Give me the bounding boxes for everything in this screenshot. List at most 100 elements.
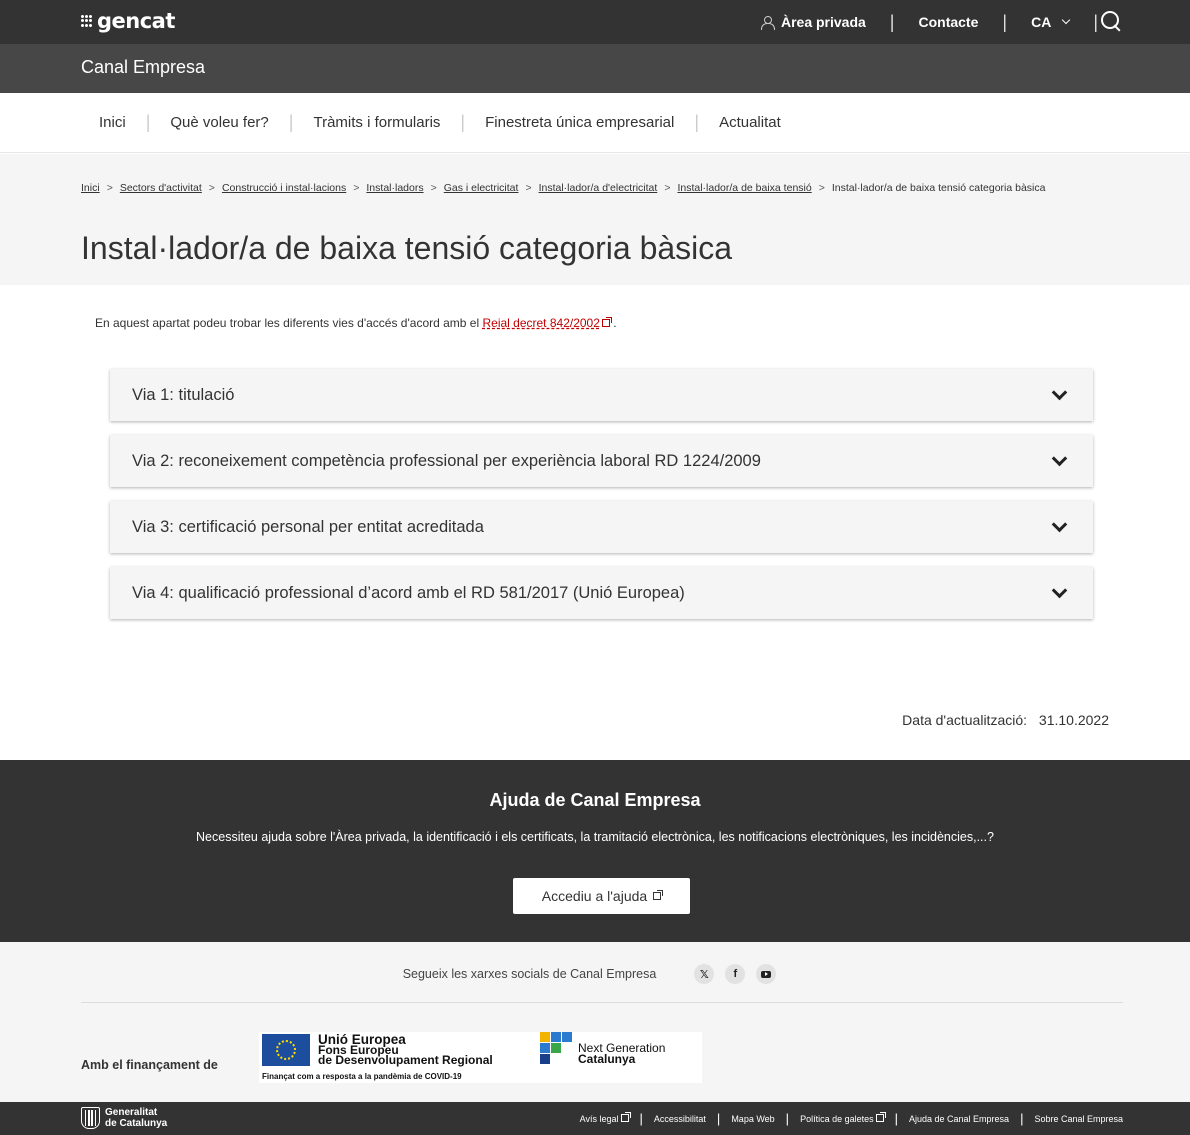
nav-item-actualitat[interactable]: Actualitat	[719, 114, 781, 131]
youtube-icon[interactable]	[756, 964, 777, 984]
external-link-icon	[620, 1111, 631, 1122]
footer-links: Avís legal | Accessibilitat | Mapa Web |…	[580, 1102, 1123, 1135]
breadcrumb-item[interactable]: Instal·ladors	[366, 182, 423, 194]
gencat-logo[interactable]: gencat	[81, 8, 175, 34]
eu-line-3: de Desenvolupament Regional	[318, 1053, 493, 1067]
page-header: Inici > Sectors d'activitat > Construcció i …	[0, 154, 1190, 285]
funding-label: Amb el finançament de	[81, 1058, 218, 1072]
intro-paragraph: En aquest apartat podeu trobar les difer…	[95, 316, 617, 330]
nav-item-tramits[interactable]: Tràmits i formularis	[313, 114, 440, 131]
gencat-logo-text: gencat	[97, 9, 175, 33]
chevron-down-icon	[1051, 384, 1068, 401]
intro-end: .	[613, 316, 617, 330]
area-privada-link[interactable]: Àrea privada	[760, 14, 866, 30]
eu-note: Finançat com a resposta a la pandèmia de…	[262, 1072, 462, 1081]
generalitat-emblem-icon	[81, 1107, 100, 1129]
accordion-via-3[interactable]: Via 3: certificació personal per entitat…	[110, 501, 1093, 553]
nav-separator: |	[694, 112, 700, 132]
contacte-link[interactable]: Contacte	[918, 14, 978, 30]
breadcrumb-separator-icon: >	[208, 182, 215, 194]
accordion-label: Via 4: qualificació professional d’acord…	[132, 583, 685, 602]
chevron-down-icon	[1062, 15, 1071, 25]
intro-text: En aquest apartat podeu trobar les difer…	[95, 316, 483, 330]
footer-link-avis-legal[interactable]: Avís legal	[579, 1111, 631, 1124]
language-label: CA	[1031, 14, 1052, 30]
breadcrumb-item[interactable]: Instal·lador/a d'electricitat	[539, 182, 658, 194]
update-date: Data d'actualització: 31.10.2022	[902, 712, 1109, 728]
facebook-icon[interactable]: f	[725, 964, 746, 984]
main-nav: Inici | Què voleu fer? | Tràmits i formu…	[0, 93, 1190, 153]
nav-item-inici[interactable]: Inici	[99, 114, 126, 131]
gen-line-1: Generalitat	[105, 1107, 158, 1118]
nav-item-finestreta[interactable]: Finestreta única empresarial	[485, 114, 674, 131]
chevron-down-icon	[1051, 450, 1068, 467]
breadcrumb-separator-icon: >	[525, 182, 532, 194]
user-icon	[760, 15, 775, 30]
breadcrumb-item[interactable]: Construcció i instal·lacions	[222, 182, 346, 194]
accordion-label: Via 1: titulació	[132, 385, 235, 404]
site-title[interactable]: Canal Empresa	[81, 57, 205, 78]
x-icon[interactable]: 𝕏	[694, 964, 715, 984]
footer-link-sobre[interactable]: Sobre Canal Empresa	[1034, 1114, 1123, 1124]
footer-link-galetes[interactable]: Política de galetes	[800, 1111, 886, 1124]
help-title: Ajuda de Canal Empresa	[489, 790, 701, 810]
nav-separator: |	[460, 112, 466, 132]
gencat-dots-icon	[81, 15, 93, 27]
language-selector[interactable]: CA	[1031, 14, 1071, 30]
social-row: Segueix les xarxes socials de Canal Empr…	[0, 964, 1190, 984]
nav-item-que-voleu-fer[interactable]: Què voleu fer?	[170, 114, 268, 131]
chevron-down-icon	[1051, 516, 1068, 533]
breadcrumb-item[interactable]: Gas i electricitat	[444, 182, 519, 194]
accordion-label: Via 2: reconeixement competència profess…	[132, 451, 761, 470]
nav-separator: |	[288, 112, 294, 132]
external-link-icon	[653, 890, 664, 900]
external-link-icon	[875, 1111, 886, 1122]
breadcrumb-current: Instal·lador/a de baixa tensió categoria…	[831, 182, 1046, 194]
top-nav-separator: |	[1093, 11, 1098, 32]
footer-link-mapa-web[interactable]: Mapa Web	[731, 1114, 774, 1124]
top-bar: gencat Àrea privada | Contacte | CA |	[0, 0, 1190, 44]
footer-separator: |	[716, 1111, 721, 1126]
breadcrumb-item[interactable]: Instal·lador/a de baixa tensió	[677, 182, 811, 194]
breadcrumb-item[interactable]: Sectors d'activitat	[120, 182, 202, 194]
footer-separator: |	[639, 1111, 643, 1126]
top-nav: Àrea privada | Contacte | CA |	[760, 0, 1122, 44]
nav-separator: |	[145, 112, 151, 132]
accordion-label: Via 3: certificació personal per entitat…	[132, 517, 484, 536]
breadcrumb-separator-icon: >	[106, 182, 113, 194]
site-bar: Canal Empresa	[0, 44, 1190, 93]
area-privada-label: Àrea privada	[780, 14, 866, 30]
divider	[81, 1002, 1123, 1003]
search-icon[interactable]	[1101, 11, 1123, 33]
eu-stars-icon	[276, 1040, 296, 1060]
ng-line-2: Catalunya	[578, 1052, 636, 1066]
breadcrumb: Inici > Sectors d'activitat > Construcció i …	[81, 176, 1111, 200]
reial-decret-link-label: Reial decret 842/2002	[482, 316, 600, 330]
accordion-via-1[interactable]: Via 1: titulació	[110, 369, 1093, 421]
footer-link-ajuda[interactable]: Ajuda de Canal Empresa	[909, 1114, 1009, 1124]
breadcrumb-separator-icon: >	[818, 182, 825, 194]
breadcrumb-separator-icon: >	[430, 182, 437, 194]
update-label: Data d'actualització:	[902, 712, 1028, 728]
footer-link-label: Avís legal	[579, 1113, 619, 1124]
youtube-play-icon	[761, 970, 772, 978]
funding-logos: Unió Europea Fons Europeu de Desenvolupa…	[259, 1032, 702, 1083]
eu-flag-icon	[262, 1034, 310, 1066]
generalitat-text: Generalitat de Catalunya	[105, 1107, 167, 1129]
accordion-via-4[interactable]: Via 4: qualificació professional d’acord…	[110, 567, 1093, 619]
breadcrumb-item[interactable]: Inici	[81, 182, 100, 194]
top-nav-separator: |	[889, 11, 895, 32]
footer-separator: |	[894, 1111, 898, 1126]
footer-separator: |	[785, 1111, 790, 1126]
reial-decret-link[interactable]: Reial decret 842/2002	[482, 316, 612, 330]
help-text: Necessiteu ajuda sobre l'Àrea privada, l…	[196, 830, 994, 844]
footer-link-accessibilitat[interactable]: Accessibilitat	[654, 1114, 706, 1124]
help-button[interactable]: Accediu a l'ajuda	[513, 878, 690, 914]
help-section: Ajuda de Canal Empresa Necessiteu ajuda …	[0, 760, 1190, 942]
social-section: Segueix les xarxes socials de Canal Empr…	[0, 942, 1190, 1102]
generalitat-logo[interactable]: Generalitat de Catalunya	[81, 1107, 167, 1129]
chevron-down-icon	[1051, 582, 1068, 599]
breadcrumb-separator-icon: >	[353, 182, 360, 194]
accordion-via-2[interactable]: Via 2: reconeixement competència profess…	[110, 435, 1093, 487]
top-nav-separator: |	[1002, 11, 1008, 32]
